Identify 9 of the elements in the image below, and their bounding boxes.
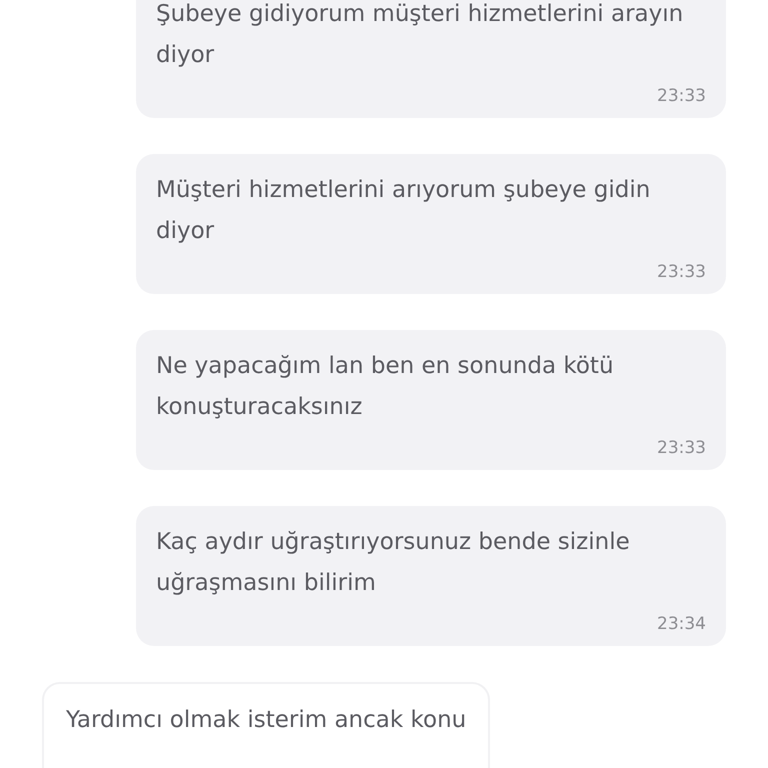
message-text: Müşteri hizmetlerini arıyorum şubeye gidin diyor — [156, 176, 652, 246]
message-time: 23:33 — [657, 438, 706, 458]
message-text: Kaç aydır uğraştırıyorsunuz bende sizinle uğraşmasını bilirim — [156, 528, 631, 598]
message-text: Ne yapacağım lan ben en sonunda kötü konuşturacaksınız — [156, 352, 615, 422]
message-text: Şubeye gidiyorum müşteri hizmetlerini arayın diyor — [156, 0, 684, 70]
message-time: 23:33 — [657, 86, 706, 106]
message-text: Yardımcı olmak isterim ancak konu — [66, 706, 466, 735]
message-time: 23:33 — [657, 262, 706, 282]
message-time: 23:34 — [657, 614, 706, 634]
